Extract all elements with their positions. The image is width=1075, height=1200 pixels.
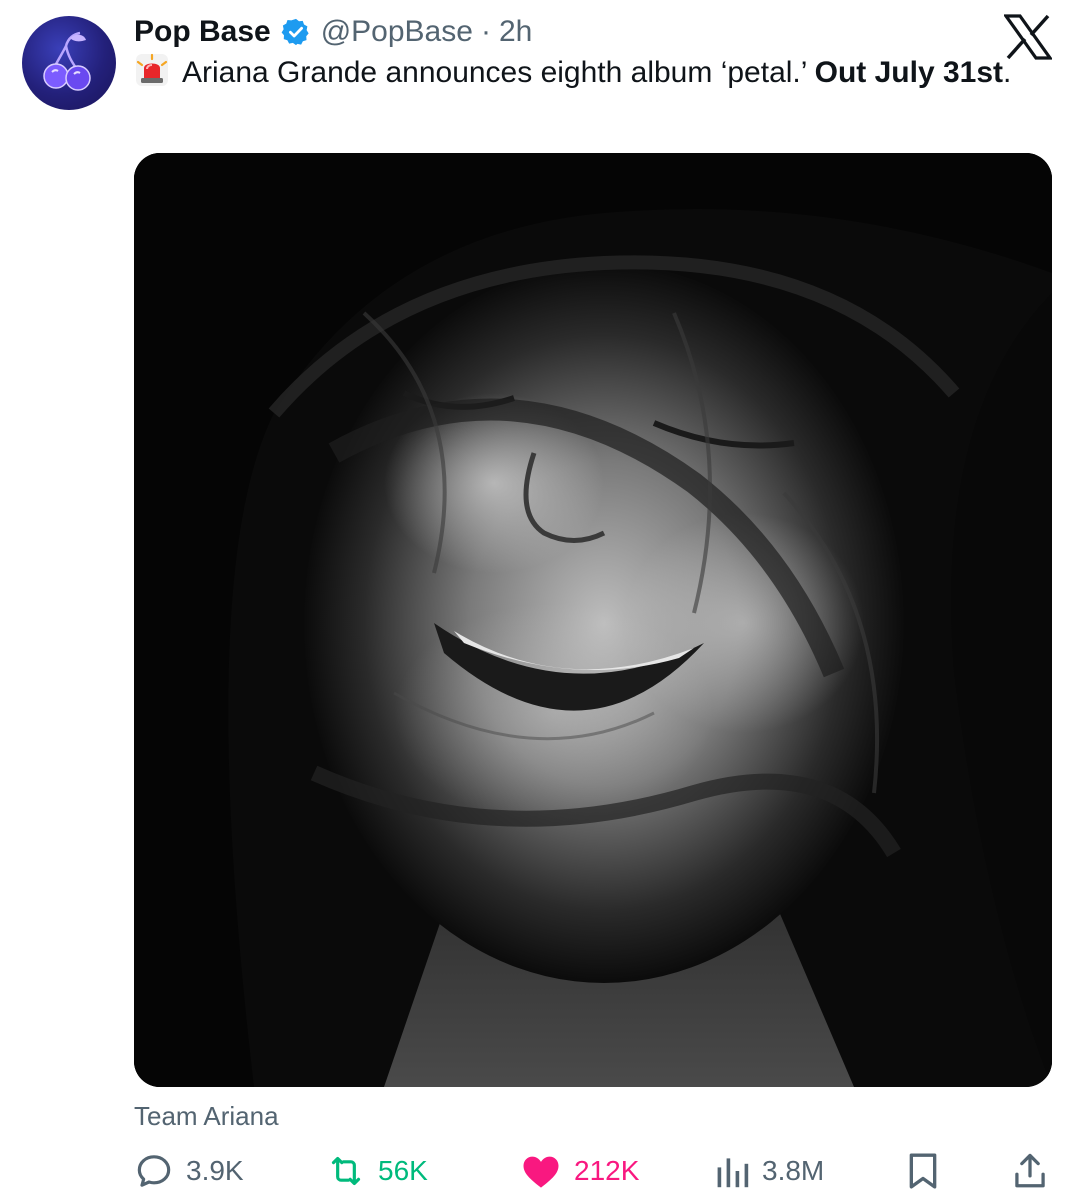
police-siren-icon — [134, 52, 170, 88]
share-button[interactable] — [1012, 1146, 1048, 1196]
heart-icon — [520, 1151, 562, 1191]
media-attribution[interactable]: Team Ariana — [134, 1101, 279, 1132]
like-count: 212K — [574, 1155, 640, 1186]
tweet-media-image[interactable] — [134, 153, 1052, 1087]
avatar[interactable] — [22, 16, 116, 110]
timestamp[interactable]: 2h — [499, 15, 532, 49]
bookmark-icon — [905, 1151, 941, 1191]
tweet-text-end: . — [1003, 56, 1012, 89]
action-bar: 3.9K 56K 212K 3.8M — [0, 1146, 1075, 1196]
display-name[interactable]: Pop Base — [134, 15, 271, 49]
verified-badge-icon — [281, 17, 311, 47]
handle[interactable]: @PopBase — [321, 15, 473, 49]
tweet-text-date: Out July 31st — [814, 56, 1004, 89]
retweet-button[interactable]: 56K — [326, 1146, 428, 1196]
views-icon — [714, 1151, 750, 1191]
like-button[interactable]: 212K — [520, 1146, 639, 1196]
reply-button[interactable]: 3.9K — [134, 1146, 244, 1196]
tweet-header: Pop Base @PopBase · 2h — [134, 10, 532, 54]
retweet-count: 56K — [378, 1155, 428, 1186]
tweet-text: Ariana Grande announces eighth album ‘pe… — [134, 52, 1034, 94]
views-button[interactable]: 3.8M — [714, 1146, 824, 1196]
share-icon — [1012, 1151, 1048, 1191]
cherry-icon — [43, 31, 91, 91]
separator-dot: · — [480, 15, 491, 48]
bookmark-button[interactable] — [905, 1146, 941, 1196]
reply-count: 3.9K — [186, 1155, 244, 1186]
retweet-icon — [326, 1151, 366, 1191]
reply-icon — [134, 1151, 174, 1191]
tweet-text-main: Ariana Grande announces eighth album ‘pe… — [182, 56, 815, 89]
views-count: 3.8M — [762, 1155, 825, 1186]
